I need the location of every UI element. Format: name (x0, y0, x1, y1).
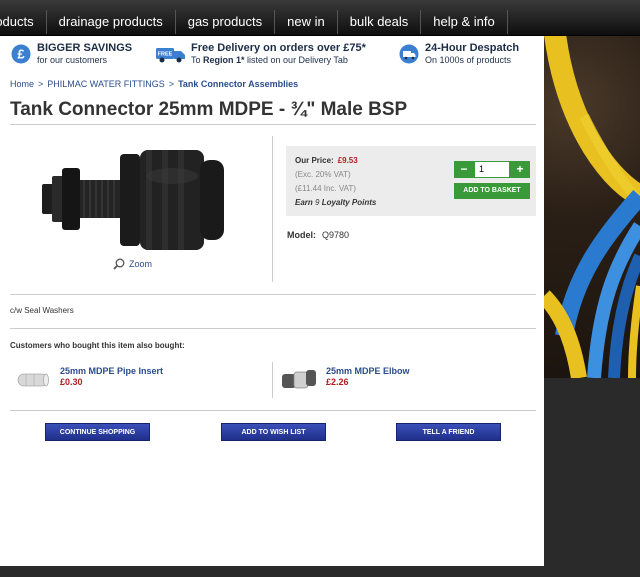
nav-item-gas-products[interactable]: gas products (176, 10, 276, 34)
top-navigation: roducts drainage products gas products n… (0, 0, 640, 36)
price-box: Our Price: £9.53 (Exc. 20% VAT) (£11.44 I… (286, 146, 536, 216)
nav-item-bulk-deals[interactable]: bulk deals (338, 10, 422, 34)
breadcrumb-separator: > (38, 79, 44, 89)
quantity-decrease-button[interactable]: − (454, 161, 474, 178)
magnifier-icon (113, 258, 125, 270)
zoom-label: Zoom (129, 259, 153, 269)
tell-a-friend-button[interactable]: TELL A FRIEND (396, 423, 501, 441)
zoom-link[interactable]: Zoom (113, 258, 152, 270)
divider (10, 410, 536, 411)
promo-subtitle: To Region 1* listed on our Delivery Tab (191, 55, 348, 65)
product-description: c/w Seal Washers (10, 306, 74, 315)
promo-free-delivery[interactable]: FREE Free Delivery on orders over £75* T… (156, 42, 366, 68)
also-bought-heading: Customers who bought this item also boug… (10, 341, 185, 350)
vertical-divider (272, 362, 273, 398)
breadcrumb-category[interactable]: PHILMAC WATER FITTINGS (47, 79, 165, 89)
price-value: £9.53 (337, 156, 358, 165)
nav-item-products[interactable]: roducts (0, 10, 47, 34)
promo-subtitle: On 1000s of products (425, 55, 512, 65)
sidebar-background (544, 378, 640, 577)
nav-item-help-info[interactable]: help & info (421, 10, 508, 34)
vertical-divider (272, 136, 273, 282)
despatch-van-icon (399, 44, 419, 64)
related-product-name[interactable]: 25mm MDPE Elbow (326, 366, 410, 377)
add-to-basket-button[interactable]: ADD TO BASKET (454, 183, 530, 199)
related-product-price: £2.26 (326, 377, 349, 387)
add-to-wish-list-button[interactable]: ADD TO WISH LIST (221, 423, 326, 441)
pipe-insert-thumbnail (17, 373, 49, 387)
pound-coin-icon: £ (11, 44, 31, 64)
promo-title: 24-Hour Despatch (425, 42, 520, 54)
model-label: Model: (287, 230, 316, 240)
promo-subtitle: for our customers (37, 55, 108, 65)
nav-item-drainage-products[interactable]: drainage products (47, 10, 176, 34)
promo-title: BIGGER SAVINGS (37, 42, 133, 54)
model-number: Model: Q9780 (287, 230, 349, 240)
related-product-elbow[interactable]: 25mm MDPE Elbow £2.26 (280, 366, 410, 392)
price-ex-vat: (Exc. 20% VAT) (295, 170, 351, 179)
breadcrumb: Home > PHILMAC WATER FITTINGS > Tank Connect… (10, 79, 298, 89)
quantity-input[interactable]: 1 (474, 161, 510, 178)
promo-title: Free Delivery on orders over £75* (191, 42, 366, 54)
divider (10, 328, 536, 329)
price-details: Our Price: £9.53 (Exc. 20% VAT) (£11.44 I… (295, 154, 376, 210)
breadcrumb-home[interactable]: Home (10, 79, 34, 89)
related-product-name[interactable]: 25mm MDPE Pipe Insert (60, 366, 163, 377)
divider (10, 124, 536, 125)
price-label: Our Price: (295, 156, 334, 165)
model-value: Q9780 (322, 230, 350, 240)
breadcrumb-separator: > (168, 79, 175, 89)
promo-24h-despatch[interactable]: 24-Hour Despatch On 1000s of products (399, 42, 519, 68)
price-inc-vat: (£11.44 Inc. VAT) (295, 184, 356, 193)
continue-shopping-button[interactable]: CONTINUE SHOPPING (45, 423, 150, 441)
footer-strip (0, 566, 640, 577)
product-panel: £ BIGGER SAVINGS for our customers FREE … (0, 36, 544, 566)
elbow-thumbnail (282, 370, 316, 389)
quantity-increase-button[interactable]: + (510, 161, 530, 178)
svg-text:FREE: FREE (158, 52, 173, 58)
breadcrumb-current[interactable]: Tank Connector Assemblies (178, 79, 298, 89)
svg-text:£: £ (17, 47, 25, 62)
product-image[interactable] (42, 146, 228, 254)
loyalty-points: Earn 9 Loyalty Points (295, 198, 377, 207)
delivery-truck-icon: FREE (156, 48, 185, 63)
divider (10, 294, 536, 295)
nav-item-new-in[interactable]: new in (275, 10, 338, 34)
related-product-price: £0.30 (60, 377, 83, 387)
nav-bar: roducts drainage products gas products n… (0, 10, 508, 34)
quantity-stepper: − 1 + (454, 161, 530, 178)
page-title: Tank Connector 25mm MDPE - ¾" Male BSP (10, 99, 408, 120)
background-pipes-photo (544, 36, 640, 378)
related-product-pipe-insert[interactable]: 25mm MDPE Pipe Insert £0.30 (14, 366, 163, 392)
promo-bigger-savings[interactable]: £ BIGGER SAVINGS for our customers (11, 42, 132, 68)
